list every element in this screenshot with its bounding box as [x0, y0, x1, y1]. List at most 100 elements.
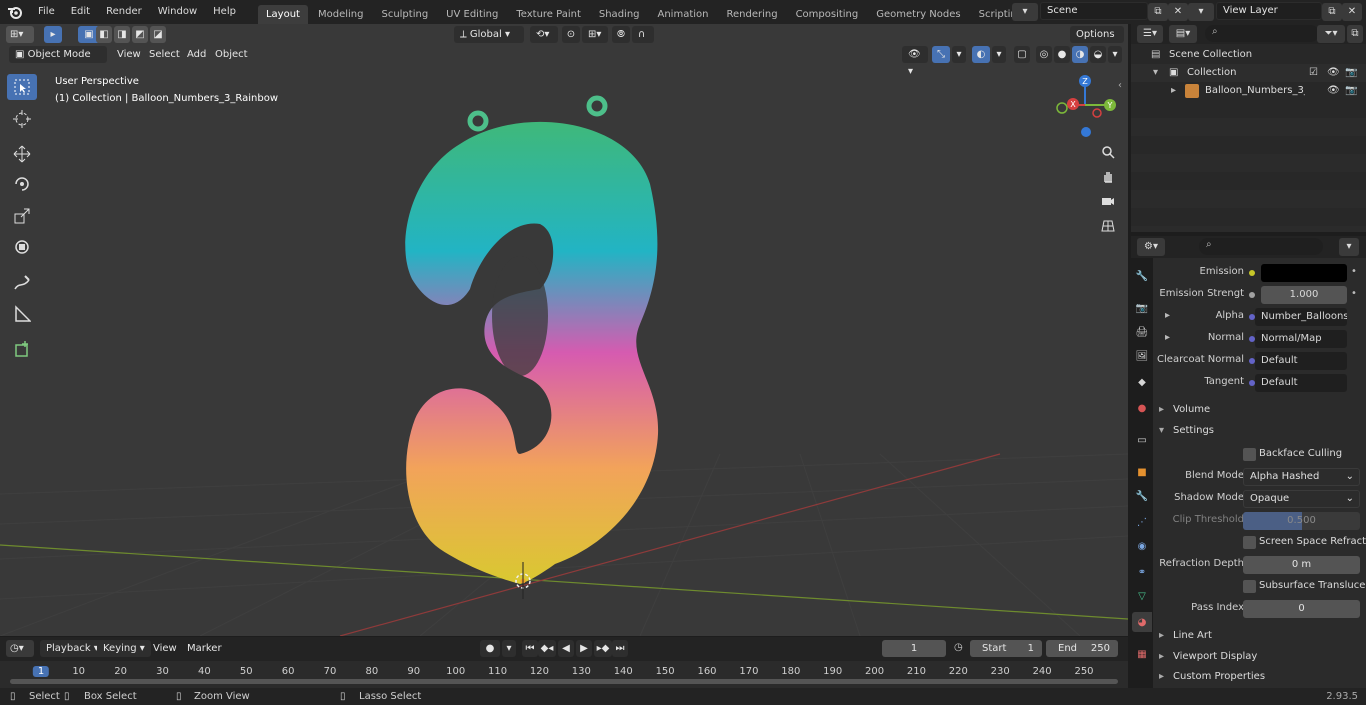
workspace-tab-animation[interactable]: Animation — [650, 5, 717, 24]
texture-tab-icon[interactable]: ▦ — [1132, 644, 1152, 664]
clip-threshold-slider[interactable]: 0.500 — [1243, 512, 1360, 530]
workspace-tab-geometry-nodes[interactable]: Geometry Nodes — [868, 5, 968, 24]
snap-toggle-icon[interactable]: ⊙ — [562, 26, 580, 43]
viewport-menu-view[interactable]: View — [112, 46, 146, 63]
new-scene-icon[interactable]: ⧉ — [1148, 3, 1168, 21]
editor-type-button[interactable]: ⊞▾ — [6, 26, 34, 43]
selection-mode-extend-icon[interactable]: ◧ — [96, 26, 112, 43]
jump-to-next-keyframe-icon[interactable]: ▸◆ — [594, 640, 612, 657]
keyframe-dot-icon[interactable]: • — [1351, 266, 1357, 277]
selection-mode-intersect-icon[interactable]: ◪ — [150, 26, 166, 43]
viewport-menu-object[interactable]: Object — [210, 46, 253, 63]
modifiers-tab-icon[interactable]: 🔧 — [1132, 486, 1152, 506]
solid-shading-icon[interactable]: ● — [1054, 46, 1070, 63]
workspace-tab-layout[interactable]: Layout — [257, 5, 308, 24]
menu-edit[interactable]: Edit — [63, 0, 98, 24]
outliner-filter-icon[interactable]: ⏷▾ — [1317, 25, 1345, 43]
selection-mode-subtract-icon[interactable]: ◨ — [114, 26, 130, 43]
delete-scene-icon[interactable]: ✕ — [1168, 3, 1188, 21]
view-layer-tab-icon[interactable]: 🖼 — [1132, 346, 1152, 366]
shading-options-icon[interactable]: ▾ — [1108, 46, 1122, 63]
overlays-toggle-icon[interactable]: ◐ — [972, 46, 990, 63]
collection-exclude-checkbox[interactable]: ☑ — [1309, 64, 1318, 82]
material-input-field[interactable]: 1.000 — [1261, 286, 1347, 304]
collection-tab-icon[interactable]: ▭ — [1132, 430, 1152, 450]
move-tool[interactable] — [7, 141, 37, 167]
material-preview-shading-icon[interactable]: ◑ — [1072, 46, 1088, 63]
3d-viewport[interactable]: ⊞▾ ▸ ▣ ◧ ◨ ◩ ◪ ⟂ Global ▾ ⟲▾ ⊙ ⊞▾ ⦾ ∩ Op… — [0, 24, 1128, 636]
timeline-view-menu[interactable]: View — [148, 640, 182, 657]
jump-to-end-icon[interactable]: ⏭ — [612, 640, 628, 657]
timeline-scrollbar[interactable] — [10, 679, 1118, 684]
input-expand-icon[interactable]: ▸ — [1165, 310, 1170, 321]
workspace-tab-modeling[interactable]: Modeling — [310, 5, 372, 24]
timeline-marker-menu[interactable]: Marker — [182, 640, 227, 657]
zoom-view-icon[interactable] — [1096, 140, 1120, 164]
viewport-menu-select[interactable]: Select — [144, 46, 185, 63]
view-layer-name-field[interactable]: View Layer — [1216, 2, 1322, 20]
backface-culling-checkbox[interactable] — [1243, 448, 1256, 461]
scene-selector-icon[interactable]: ▾ — [1012, 3, 1038, 21]
collection-visibility-eye-icon[interactable]: 👁 — [1327, 64, 1340, 82]
pivot-point-icon[interactable]: ⟲▾ — [530, 26, 558, 43]
menu-render[interactable]: Render — [98, 0, 150, 24]
outliner-display-mode-icon[interactable]: ▤▾ — [1169, 25, 1197, 43]
settings-section[interactable]: ▾ Settings — [1153, 421, 1366, 441]
transform-orientation-dropdown[interactable]: ⟂ Global ▾ — [454, 26, 524, 43]
keying-menu[interactable]: Keying ▾ — [97, 640, 151, 657]
sss-checkbox[interactable] — [1243, 580, 1256, 593]
viewport-menu-add[interactable]: Add — [182, 46, 211, 63]
auto-keying-record-icon[interactable]: ● — [480, 640, 500, 657]
workspace-tab-shading[interactable]: Shading — [591, 5, 648, 24]
end-frame-field[interactable]: End 250 — [1046, 640, 1118, 657]
snap-target-icon[interactable]: ⊞▾ — [582, 26, 608, 43]
custom-properties-section[interactable]: ▸ Custom Properties — [1153, 667, 1366, 687]
output-tab-icon[interactable]: 🖨 — [1132, 322, 1152, 342]
material-input-field[interactable]: Default — [1255, 374, 1347, 392]
delete-view-layer-icon[interactable]: ✕ — [1342, 3, 1362, 21]
visibility-selectability-icon[interactable]: 👁▾ — [902, 46, 928, 77]
object-visibility-eye-icon[interactable]: 👁 — [1327, 82, 1340, 100]
viewport-display-section[interactable]: ▸ Viewport Display — [1153, 647, 1366, 667]
sidebar-toggle-icon[interactable]: ‹ — [1118, 80, 1122, 91]
blend-mode-dropdown[interactable]: Alpha Hashed ⌄ — [1243, 468, 1360, 486]
properties-editor-type-icon[interactable]: ⚙▾ — [1137, 238, 1165, 256]
new-collection-icon[interactable]: ⧉ — [1347, 25, 1363, 43]
gizmo-options-icon[interactable]: ▾ — [952, 46, 966, 63]
new-view-layer-icon[interactable]: ⧉ — [1322, 3, 1342, 21]
material-input-field[interactable]: Normal/Map — [1255, 330, 1347, 348]
physics-tab-icon[interactable]: ◉ — [1132, 536, 1152, 556]
workspace-tab-rendering[interactable]: Rendering — [718, 5, 785, 24]
object-data-tab-icon[interactable]: ▽ — [1132, 586, 1152, 606]
workspace-tab-sculpting[interactable]: Sculpting — [373, 5, 436, 24]
particles-tab-icon[interactable]: ⋰ — [1132, 512, 1152, 532]
use-preview-range-icon[interactable]: ◷ — [954, 642, 963, 653]
xray-toggle-icon[interactable]: ▢ — [1014, 46, 1030, 63]
gizmo-toggle-icon[interactable]: ⤡ — [932, 46, 950, 63]
measure-tool[interactable] — [7, 301, 37, 327]
collection-expand-icon[interactable]: ▾ — [1153, 64, 1158, 82]
start-frame-field[interactable]: Start 1 — [970, 640, 1042, 657]
socket-icon[interactable] — [1249, 270, 1255, 276]
scene-tab-icon[interactable]: ◆ — [1132, 372, 1152, 392]
refraction-depth-field[interactable]: 0 m — [1243, 556, 1360, 574]
select-tool-mode-icon[interactable]: ▸ — [44, 26, 62, 43]
jump-to-start-icon[interactable]: ⏮ — [522, 640, 538, 657]
material-input-field[interactable]: Number_Balloons_3... — [1255, 308, 1347, 326]
balloon-number-3-object[interactable] — [405, 95, 659, 584]
blender-logo-icon[interactable] — [0, 0, 30, 24]
object-mode-dropdown[interactable]: ▣ Object Mode — [9, 46, 107, 63]
camera-view-icon[interactable] — [1096, 189, 1120, 213]
keying-set-icon[interactable]: ▾ — [502, 640, 516, 657]
annotate-tool[interactable] — [7, 270, 37, 296]
constraints-tab-icon[interactable]: ⚭ — [1132, 562, 1152, 582]
shadow-mode-dropdown[interactable]: Opaque ⌄ — [1243, 490, 1360, 508]
outliner-row-collection[interactable]: ▾ ▣ Collection ☑ 👁 📷 — [1131, 64, 1366, 82]
play-icon[interactable]: ▶ — [576, 640, 592, 657]
properties-options-icon[interactable]: ▾ — [1339, 238, 1359, 256]
timeline-editor-type-icon[interactable]: ◷▾ — [6, 640, 34, 657]
render-tab-icon[interactable]: 📷 — [1132, 298, 1152, 318]
current-frame-field[interactable]: 1 — [882, 640, 946, 657]
volume-section[interactable]: ▸ Volume — [1153, 400, 1366, 420]
select-box-tool[interactable] — [7, 74, 37, 100]
